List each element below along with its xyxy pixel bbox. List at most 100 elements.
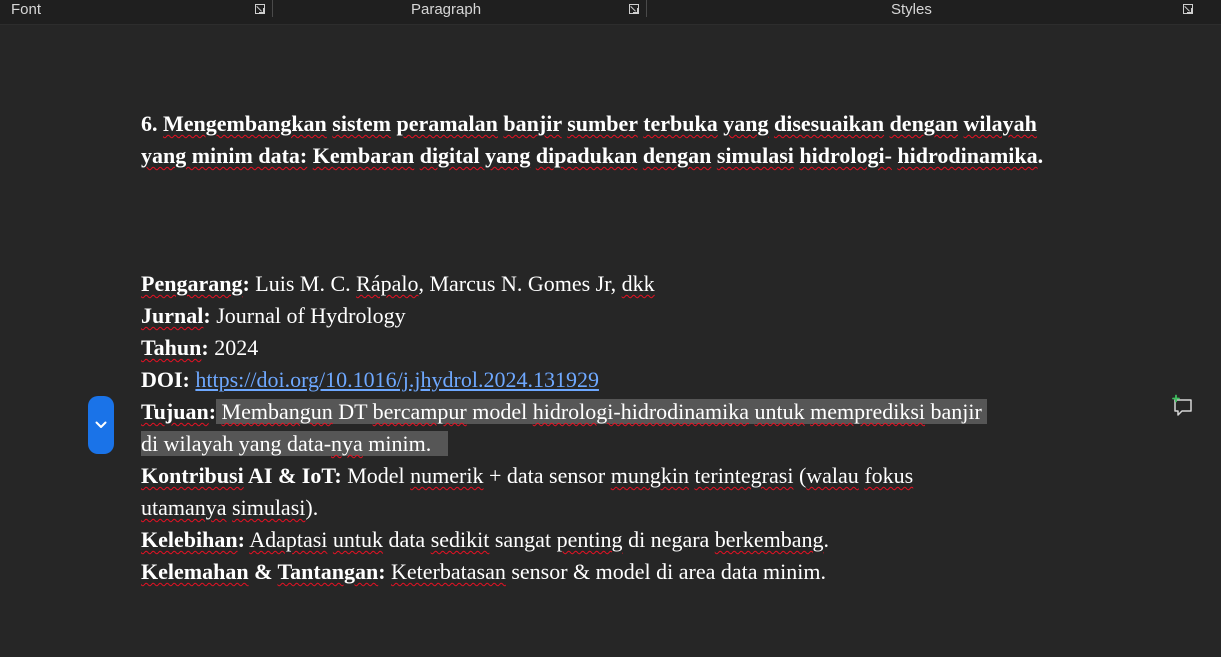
heading-word: hidrologi- — [799, 143, 892, 168]
contribution-label: AI & IoT: — [243, 463, 342, 488]
heading-word: sistem — [332, 111, 391, 136]
goal-line[interactable]: Tujuan: Membangun DT bercampur model hid… — [141, 396, 1066, 428]
advantage-text: berkembang — [714, 527, 824, 552]
contribution-text: ). — [305, 495, 319, 520]
authors-text: dkk — [621, 271, 655, 296]
authors-text: Rápalo — [356, 271, 419, 296]
goal-text: yang — [238, 431, 282, 456]
contribution-text: mungkin — [610, 463, 689, 488]
heading-word: Mengembangkan — [163, 111, 327, 136]
font-group: Font — [0, 0, 272, 24]
authors-line[interactable]: Pengarang: Luis M. C. Rápalo, Marcus N. … — [141, 268, 1066, 300]
contribution-text: Model — [341, 463, 411, 488]
styles-group-label: Styles — [891, 1, 932, 18]
contribution-line[interactable]: Kontribusi AI & IoT: Model numerik + dat… — [141, 460, 1066, 492]
contribution-text: simulasi — [232, 495, 306, 520]
weakness-label: & — [248, 559, 278, 584]
heading-word: dengan — [889, 111, 959, 136]
advantage-text: penting — [556, 527, 623, 552]
heading-word: simulasi — [716, 143, 794, 168]
authors-label: Pengarang — [141, 271, 243, 296]
goal-text: bercampur — [372, 399, 467, 424]
heading-period: . — [1037, 143, 1044, 168]
journal-value: Journal of Hydrology — [210, 303, 406, 328]
advantage-text: di negara — [622, 527, 715, 552]
heading-word: dipadukan — [535, 143, 638, 168]
goal-text: nya — [331, 431, 363, 456]
journal-line[interactable]: Jurnal: Journal of Hydrology — [141, 300, 1066, 332]
contribution-text: terintegrasi — [694, 463, 794, 488]
advantage-text: untuk — [332, 527, 384, 552]
goal-text: memprediksi — [810, 399, 926, 424]
contribution-text: fokus — [864, 463, 914, 488]
heading-word: digital yang — [419, 143, 531, 168]
advantage-text: sangat — [489, 527, 557, 552]
advantage-text: sedikit — [430, 527, 490, 552]
chevron-down-icon — [95, 421, 107, 428]
contribution-label: Kontribusi — [141, 463, 244, 488]
paragraph-dialog-launcher-icon[interactable] — [629, 4, 639, 14]
heading-word: hidrodinamika — [897, 143, 1038, 168]
heading-word: disesuaikan — [774, 111, 885, 136]
weakness-label: Tantangan — [277, 559, 379, 584]
goal-text: di — [141, 431, 164, 456]
font-dialog-launcher-icon[interactable] — [255, 4, 265, 14]
selected-text[interactable]: di wilayah yang data-nya minim. — [141, 431, 448, 456]
paragraph-group: Paragraph — [273, 0, 646, 24]
doi-label: DOI: — [141, 367, 190, 392]
styles-group: Styles — [647, 0, 1201, 24]
weakness-text: sensor & model di area data minim. — [505, 559, 826, 584]
goal-text: hidrologi-hidrodinamika — [532, 399, 750, 424]
contribution-text: walau — [806, 463, 859, 488]
section-heading[interactable]: 6. Mengembangkan sistem peramalan banjir… — [141, 108, 1066, 172]
heading-word: banjir — [503, 111, 562, 136]
paragraph-group-label: Paragraph — [411, 1, 482, 18]
advantage-line[interactable]: Kelebihan: Adaptasi untuk data sedikit s… — [141, 524, 1066, 556]
advantage-text: . — [823, 527, 830, 552]
contribution-text: ( — [793, 463, 807, 488]
doi-line[interactable]: DOI: https://doi.org/10.1016/j.jhydrol.2… — [141, 364, 1066, 396]
heading-word: peramalan — [396, 111, 498, 136]
goal-text: Membangun — [221, 399, 333, 424]
authors-text: , Marcus N. Gomes Jr, — [418, 271, 622, 296]
heading-word: terbuka — [643, 111, 718, 136]
year-value: 2024 — [208, 335, 259, 360]
authors-text: Luis M. C. — [249, 271, 357, 296]
new-comment-icon[interactable] — [1171, 394, 1195, 418]
goal-line-continued[interactable]: di wilayah yang data-nya minim. — [141, 428, 1066, 460]
metadata-block: Pengarang: Luis M. C. Rápalo, Marcus N. … — [141, 268, 1066, 588]
weakness-line[interactable]: Kelemahan & Tantangan: Keterbatasan sens… — [141, 556, 1066, 588]
ribbon-group-labels: Font Paragraph Styles — [0, 0, 1221, 25]
font-group-label: Font — [11, 1, 42, 18]
weakness-text: Keterbatasan — [391, 559, 506, 584]
year-line[interactable]: Tahun: 2024 — [141, 332, 1066, 364]
goal-colon: : — [208, 399, 217, 424]
weakness-label: Kelemahan — [141, 559, 249, 584]
heading-word: sumber — [567, 111, 638, 136]
goal-text: minim. — [362, 431, 432, 456]
goal-text: DT — [332, 399, 373, 424]
heading-word: yang — [723, 111, 769, 136]
year-label: Tahun — [141, 335, 202, 360]
goal-text: banjir — [930, 399, 982, 424]
goal-text: untuk — [754, 399, 805, 424]
selected-text[interactable]: Membangun DT bercampur model hidrologi-h… — [216, 399, 988, 424]
doi-link[interactable]: https://doi.org/10.1016/j.jhydrol.2024.1… — [195, 367, 599, 392]
document-page[interactable]: 6. Mengembangkan sistem peramalan banjir… — [141, 108, 1066, 584]
contribution-text: + data sensor — [483, 463, 611, 488]
heading-number: 6. — [141, 111, 158, 136]
goal-label: Tujuan — [141, 399, 209, 424]
contribution-line-continued[interactable]: utamanya simulasi). — [141, 492, 1066, 524]
advantage-label: Kelebihan — [141, 527, 238, 552]
contribution-text: utamanya — [141, 495, 227, 520]
collapse-heading-button[interactable] — [88, 396, 114, 454]
year-colon: : — [201, 335, 209, 360]
styles-dialog-launcher-icon[interactable] — [1183, 4, 1193, 14]
heading-word: Kembaran — [312, 143, 415, 168]
advantage-text: Adaptasi — [249, 527, 328, 552]
journal-label: Jurnal — [141, 303, 204, 328]
journal-colon: : — [203, 303, 211, 328]
advantage-colon: : — [237, 527, 245, 552]
contribution-text: numerik — [410, 463, 484, 488]
goal-text: wilayah — [163, 431, 234, 456]
